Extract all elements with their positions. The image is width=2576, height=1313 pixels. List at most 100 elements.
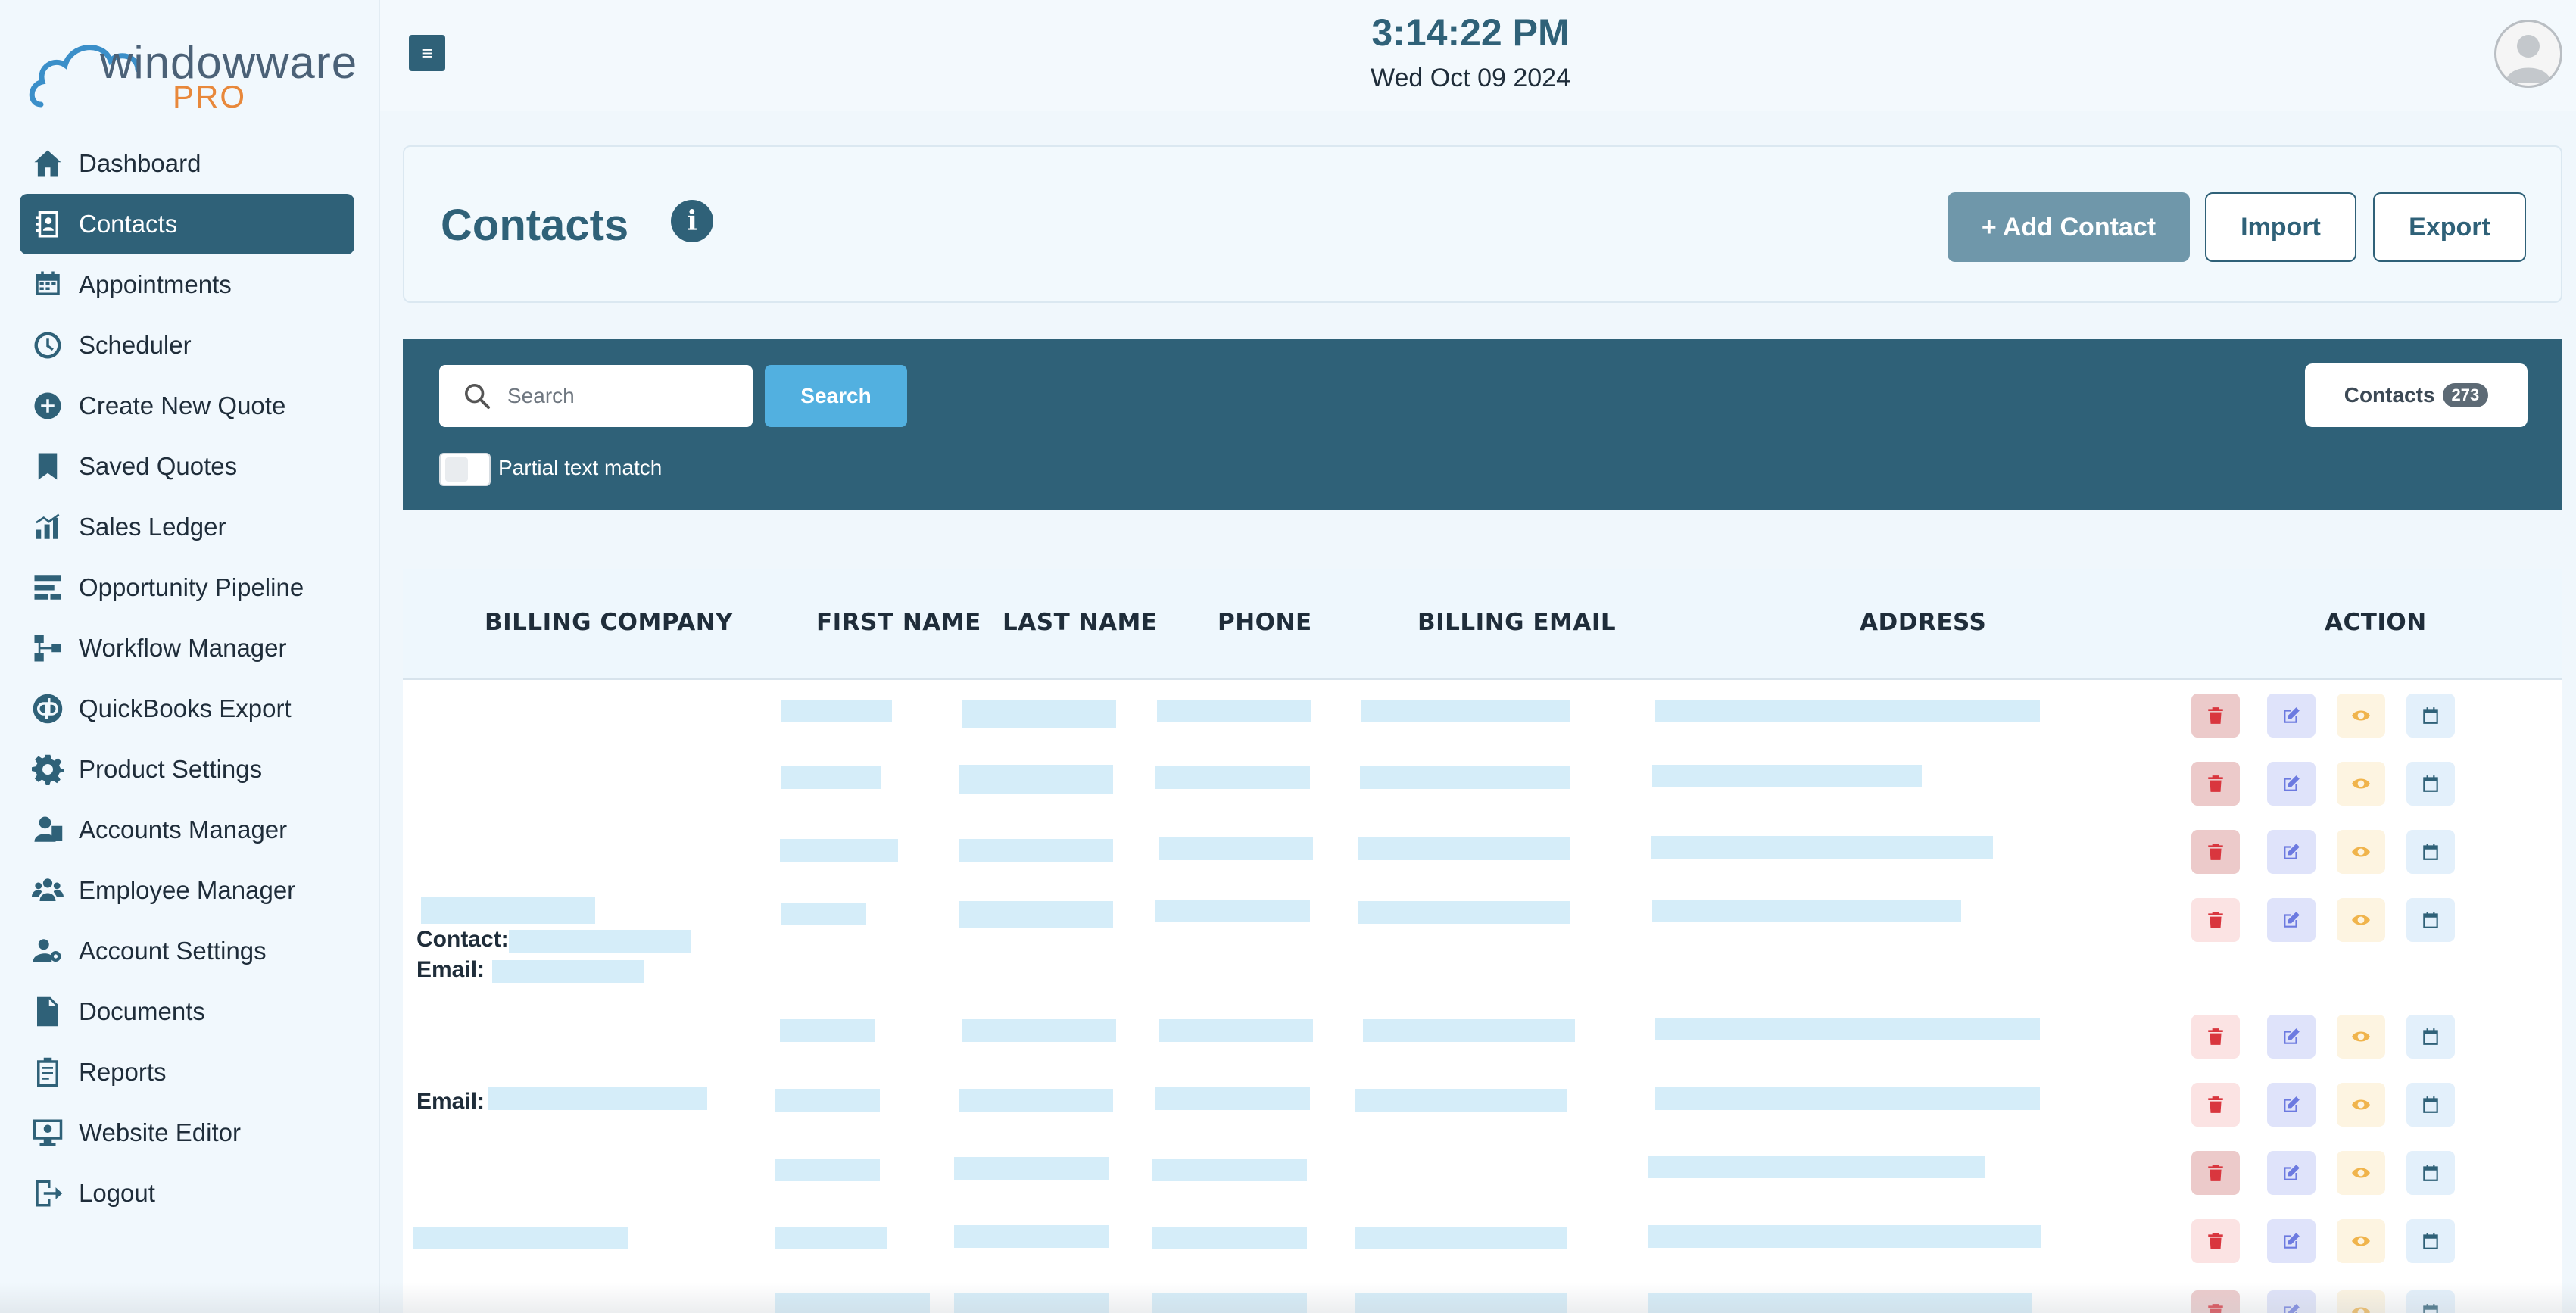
trash-icon	[2208, 775, 2223, 792]
table-row[interactable]	[403, 816, 2562, 886]
sidebar-item-website-editor[interactable]: Website Editor	[20, 1102, 354, 1163]
sidebar-item-product-settings[interactable]: Product Settings	[20, 739, 354, 800]
sidebar-item-scheduler[interactable]: Scheduler	[20, 315, 354, 376]
import-button[interactable]: Import	[2205, 192, 2356, 262]
sidebar-item-sales-ledger[interactable]: Sales Ledger	[20, 497, 354, 557]
redacted-first-name	[775, 1227, 887, 1249]
view-button[interactable]	[2337, 1219, 2385, 1263]
user-silhouette-icon	[2506, 35, 2551, 83]
edit-button[interactable]	[2267, 1083, 2316, 1127]
edit-button[interactable]	[2267, 1219, 2316, 1263]
schedule-button[interactable]	[2406, 1151, 2455, 1195]
edit-button[interactable]	[2267, 830, 2316, 874]
search-panel: Search Partial text match Contacts 273	[403, 339, 2562, 510]
edit-button[interactable]	[2267, 694, 2316, 738]
edit-button[interactable]	[2267, 898, 2316, 942]
redacted-address	[1652, 900, 1961, 922]
schedule-button[interactable]	[2406, 1219, 2455, 1263]
contacts-table: BILLING COMPANY FIRST NAME LAST NAME PHO…	[403, 569, 2562, 1313]
table-row[interactable]: Email:	[403, 1069, 2562, 1139]
view-button[interactable]	[2337, 762, 2385, 806]
sidebar-item-reports[interactable]: Reports	[20, 1042, 354, 1102]
delete-button[interactable]	[2191, 898, 2240, 942]
delete-button[interactable]	[2191, 762, 2240, 806]
export-button[interactable]: Export	[2373, 192, 2526, 262]
delete-button[interactable]	[2191, 1151, 2240, 1195]
delete-button[interactable]	[2191, 1219, 2240, 1263]
trash-icon	[2208, 844, 2223, 860]
avatar[interactable]	[2494, 20, 2562, 88]
sidebar-item-opportunity-pipeline[interactable]: Opportunity Pipeline	[20, 557, 354, 618]
trash-icon	[2208, 1165, 2223, 1181]
table-row[interactable]	[403, 1001, 2562, 1071]
schedule-button[interactable]	[2406, 898, 2455, 942]
sidebar-item-label: Opportunity Pipeline	[79, 573, 304, 601]
column-header-last-name[interactable]: LAST NAME	[1003, 609, 1157, 636]
edit-icon	[2284, 1233, 2300, 1249]
sidebar-item-quickbooks-export[interactable]: QuickBooks Export	[20, 678, 354, 739]
delete-button[interactable]	[2191, 1015, 2240, 1059]
redacted-company-email	[492, 960, 644, 983]
sidebar-item-saved-quotes[interactable]: Saved Quotes	[20, 436, 354, 497]
email-label: Email:	[416, 1089, 485, 1114]
sidebar-item-label: Saved Quotes	[79, 452, 238, 480]
delete-button[interactable]	[2191, 830, 2240, 874]
table-row[interactable]	[403, 1137, 2562, 1207]
sidebar-item-dashboard[interactable]: Dashboard	[20, 133, 354, 194]
redacted-last-name	[954, 1157, 1109, 1180]
sidebar-item-workflow-manager[interactable]: Workflow Manager	[20, 618, 354, 678]
pipeline-icon	[32, 572, 64, 603]
view-button[interactable]	[2337, 1015, 2385, 1059]
table-row[interactable]	[403, 1205, 2562, 1275]
edit-button[interactable]	[2267, 1015, 2316, 1059]
sidebar-item-account-settings[interactable]: Account Settings	[20, 921, 354, 981]
view-button[interactable]	[2337, 830, 2385, 874]
sidebar-item-contacts[interactable]: Contacts	[20, 194, 354, 254]
delete-button[interactable]	[2191, 694, 2240, 738]
info-icon[interactable]: i	[671, 200, 713, 242]
windowware-logo[interactable]: windowware PRO	[27, 21, 357, 120]
search-button[interactable]: Search	[765, 365, 907, 427]
search-box[interactable]	[439, 365, 753, 427]
schedule-button[interactable]	[2406, 762, 2455, 806]
view-button[interactable]	[2337, 694, 2385, 738]
column-header-first-name[interactable]: FIRST NAME	[816, 609, 981, 636]
sidebar-item-accounts-manager[interactable]: Accounts Manager	[20, 800, 354, 860]
column-header-billing-email[interactable]: BILLING EMAIL	[1417, 609, 1616, 636]
table-row[interactable]: Contact: Email:	[403, 884, 2562, 1003]
edit-button[interactable]	[2267, 1151, 2316, 1195]
sidebar-item-appointments[interactable]: Appointments	[20, 254, 354, 315]
schedule-button[interactable]	[2406, 1015, 2455, 1059]
sidebar-item-label: Product Settings	[79, 755, 263, 783]
redacted-last-name	[962, 700, 1116, 728]
workflow-icon	[32, 632, 64, 664]
column-header-address[interactable]: ADDRESS	[1860, 609, 1986, 636]
search-input[interactable]	[506, 383, 736, 409]
schedule-button[interactable]	[2406, 694, 2455, 738]
table-row[interactable]	[403, 748, 2562, 818]
sidebar-item-label: Dashboard	[79, 149, 201, 177]
partial-match-toggle[interactable]	[439, 453, 491, 486]
add-contact-button[interactable]: + Add Contact	[1948, 192, 2190, 262]
edit-button[interactable]	[2267, 762, 2316, 806]
schedule-button[interactable]	[2406, 830, 2455, 874]
sidebar-item-logout[interactable]: Logout	[20, 1163, 354, 1224]
table-header: BILLING COMPANY FIRST NAME LAST NAME PHO…	[403, 569, 2562, 681]
eye-icon	[2352, 847, 2370, 857]
delete-button[interactable]	[2191, 1083, 2240, 1127]
table-row[interactable]	[403, 680, 2562, 750]
redacted-phone	[1152, 1227, 1307, 1249]
schedule-button[interactable]	[2406, 1083, 2455, 1127]
sidebar-item-employee-manager[interactable]: Employee Manager	[20, 860, 354, 921]
sidebar-item-create-new-quote[interactable]: Create New Quote	[20, 376, 354, 436]
redacted-first-name	[781, 903, 866, 925]
sidebar-item-documents[interactable]: Documents	[20, 981, 354, 1042]
view-button[interactable]	[2337, 898, 2385, 942]
column-header-phone[interactable]: PHONE	[1218, 609, 1312, 636]
view-button[interactable]	[2337, 1083, 2385, 1127]
column-header-billing-company[interactable]: BILLING COMPANY	[485, 609, 733, 636]
redacted-email	[1358, 901, 1570, 924]
calendar-icon	[2423, 844, 2438, 860]
contacts-count-button[interactable]: Contacts 273	[2305, 363, 2528, 427]
view-button[interactable]	[2337, 1151, 2385, 1195]
